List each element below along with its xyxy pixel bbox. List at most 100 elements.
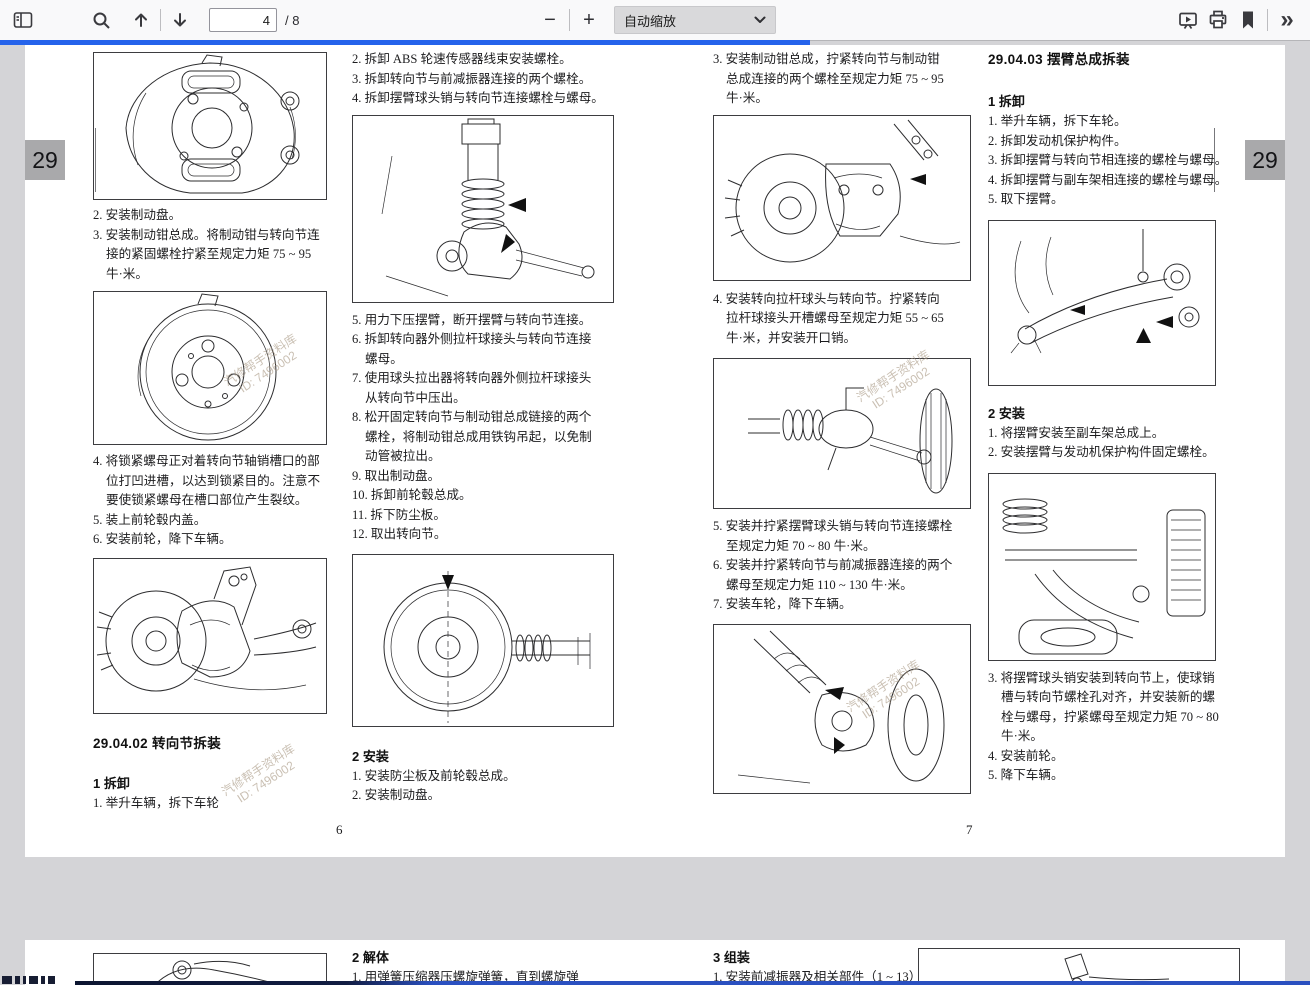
figure-img1 (93, 52, 327, 200)
text-line: 4. 将锁紧螺母正对着转向节轴销槽口的部 (93, 452, 327, 472)
text-line: 牛·米。 (988, 727, 1216, 747)
text-line: 3. 将摆臂球头销安装到转向节上，使球销 (988, 669, 1216, 689)
text-line: 位打凹进槽，以达到锁紧目的。注意不 (93, 472, 327, 492)
next-page-button[interactable] (165, 5, 195, 35)
text-line: 5. 安装并拧紧摆臂球头销与转向节连接螺栓 (713, 517, 971, 537)
toolbar-menu-button[interactable]: » (1272, 5, 1302, 35)
preview-heading: 2 解体 (352, 948, 389, 968)
figure-img4 (352, 115, 614, 303)
next-row-banner-edge (75, 981, 1310, 985)
text-line: 1. 将摆臂安装至副车架总成上。 (988, 424, 1216, 444)
text-line: 3. 安装制动钳总成。将制动钳与转向节连 (93, 226, 327, 246)
text-line: 5. 降下车辆。 (988, 766, 1216, 786)
text-line: 要使锁紧螺母在槽口部位产生裂纹。 (93, 491, 327, 511)
text-line: 1. 举升车辆，拆下车轮 (93, 794, 327, 814)
page7-column1: 3. 安装制动钳总成，拧紧转向节与制动钳总成连接的两个螺栓至规定力矩 75 ~ … (713, 50, 971, 794)
text-line: 6. 安装并拧紧转向节与前减振器连接的两个 (713, 556, 971, 576)
search-button[interactable] (86, 5, 116, 35)
text-line: 3. 拆卸转向节与前减振器连接的两个螺栓。 (352, 70, 614, 90)
figure-preview-right (918, 948, 1240, 985)
text-line: 2. 拆卸发动机保护构件。 (988, 132, 1216, 152)
text-line: 12. 取出转向节。 (352, 525, 614, 545)
text-line: 槽与转向节螺栓孔对齐，并安装新的螺 (988, 688, 1216, 708)
text-line: 5. 装上前轮毂内盖。 (93, 511, 327, 531)
text-line: 4. 安装前轮。 (988, 747, 1216, 767)
zoom-in-button[interactable]: + (574, 5, 604, 35)
print-button[interactable] (1203, 5, 1233, 35)
page6-column1: 2. 安装制动盘。3. 安装制动钳总成。将制动钳与转向节连接的紧固螺栓拧紧至规定… (93, 52, 327, 813)
text-line: 1. 安装防尘板及前轮毂总成。 (352, 767, 614, 787)
text-line: 拉杆球接头开槽螺母至规定力矩 55 ~ 65 (713, 309, 971, 329)
pdf-viewer: / 8 − + 自动缩放 (0, 0, 1310, 985)
figure-img7 (713, 358, 971, 509)
figure-img8 (713, 624, 971, 794)
text-line: 动管被拉出。 (352, 447, 614, 467)
text-line: 10. 拆卸前轮毂总成。 (352, 486, 614, 506)
figure-img3 (93, 558, 327, 714)
text-line: 从转向节中压出。 (352, 389, 614, 409)
text-line: 9. 取出制动盘。 (352, 467, 614, 487)
text-line: 7. 使用球头拉出器将转向器外侧拉杆球接头 (352, 369, 614, 389)
text-line: 8. 松开固定转向节与制动钳总成链接的两个 (352, 408, 614, 428)
zoom-level-label: 自动缩放 (615, 11, 754, 30)
text-line: 5. 取下摆臂。 (988, 190, 1216, 210)
sub-heading: 1 拆卸 (988, 92, 1216, 112)
figure-img9 (988, 220, 1216, 386)
figure-img6 (713, 115, 971, 281)
presentation-mode-button[interactable] (1173, 5, 1203, 35)
text-line: 3. 拆卸摆臂与转向节相连接的螺栓与螺母。 (988, 151, 1216, 171)
sidebar-toggle-button[interactable] (8, 5, 38, 35)
page-number: 6 (336, 822, 343, 838)
figure-img10 (988, 473, 1216, 661)
text-line: 至规定力矩 70 ~ 80 牛·米。 (713, 537, 971, 557)
text-line: 牛·米。 (93, 265, 327, 285)
toolbar-divider (569, 9, 570, 31)
text-line: 2. 安装制动盘。 (352, 786, 614, 806)
text-line: 螺母至规定力矩 110 ~ 130 牛·米。 (713, 576, 971, 596)
toolbar-right-group: » (1173, 0, 1302, 40)
text-line: 5. 用力下压摆臂，断开摆臂与转向节连接。 (352, 311, 614, 331)
chapter-tab-left: 29 (25, 140, 65, 180)
text-line: 牛·米。 (713, 89, 971, 109)
text-line: 6. 拆卸转向器外侧拉杆球接头与转向节连接 (352, 330, 614, 350)
sub-heading: 1 拆卸 (93, 774, 327, 794)
text-line: 螺母。 (352, 350, 614, 370)
text-line: 牛·米，并安装开口销。 (713, 329, 971, 349)
next-page-spread: 2 解体 1. 用弹簧压缩器压螺旋弹簧，直到螺旋弹 3 组装 1. 安装前减振器… (25, 940, 1285, 985)
page-number-input[interactable] (209, 8, 277, 32)
zoom-controls: − + 自动缩放 (535, 0, 776, 40)
text-line: 螺栓，将制动钳总成用铁钩吊起，以免制 (352, 428, 614, 448)
page6-column2: 2. 拆卸 ABS 轮速传感器线束安装螺栓。3. 拆卸转向节与前减振器连接的两个… (352, 50, 614, 806)
zoom-out-button[interactable]: − (535, 5, 565, 35)
text-line: 7. 安装车轮，降下车辆。 (713, 595, 971, 615)
chevron-down-icon (754, 16, 766, 24)
page-count-label: / 8 (285, 13, 299, 28)
text-line: 栓与螺母，拧紧螺母至规定力矩 70 ~ 80 (988, 708, 1216, 728)
toolbar-divider (160, 9, 161, 31)
text-line: 4. 拆卸摆臂球头销与转向节连接螺栓与螺母。 (352, 89, 614, 109)
page-spread: 2. 安装制动盘。3. 安装制动钳总成。将制动钳与转向节连接的紧固螺栓拧紧至规定… (25, 45, 1285, 857)
text-line: 1. 举升车辆，拆下车轮。 (988, 112, 1216, 132)
tab-rule-right (1214, 128, 1215, 192)
text-line: 2. 拆卸 ABS 轮速传感器线束安装螺栓。 (352, 50, 614, 70)
text-line: 11. 拆下防尘板。 (352, 506, 614, 526)
sub-heading: 2 安装 (988, 404, 1216, 424)
text-line: 4. 拆卸摆臂与副车架相连接的螺栓与螺母。 (988, 171, 1216, 191)
text-line: 总成连接的两个螺栓至规定力矩 75 ~ 95 (713, 70, 971, 90)
sub-heading: 2 安装 (352, 747, 614, 767)
text-line: 3. 安装制动钳总成，拧紧转向节与制动钳 (713, 50, 971, 70)
chapter-tab-right: 29 (1245, 140, 1285, 180)
text-line: 6. 安装前轮，降下车辆。 (93, 530, 327, 550)
page-number: 7 (966, 822, 973, 838)
figure-img5 (352, 554, 614, 727)
previous-page-button[interactable] (126, 5, 156, 35)
text-line: 4. 安装转向拉杆球头与转向节。拧紧转向 (713, 290, 971, 310)
text-line: 2. 安装制动盘。 (93, 206, 327, 226)
bookmark-button[interactable] (1233, 5, 1263, 35)
zoom-level-select[interactable]: 自动缩放 (614, 6, 776, 34)
text-line: 接的紧固螺栓拧紧至规定力矩 75 ~ 95 (93, 245, 327, 265)
artifact-marks (2, 976, 55, 984)
tab-rule-left (95, 128, 96, 192)
page7-column2: 29.04.03 摆臂总成拆装1 拆卸1. 举升车辆，拆下车轮。2. 拆卸发动机… (988, 50, 1216, 786)
preview-heading: 3 组装 (713, 948, 750, 968)
